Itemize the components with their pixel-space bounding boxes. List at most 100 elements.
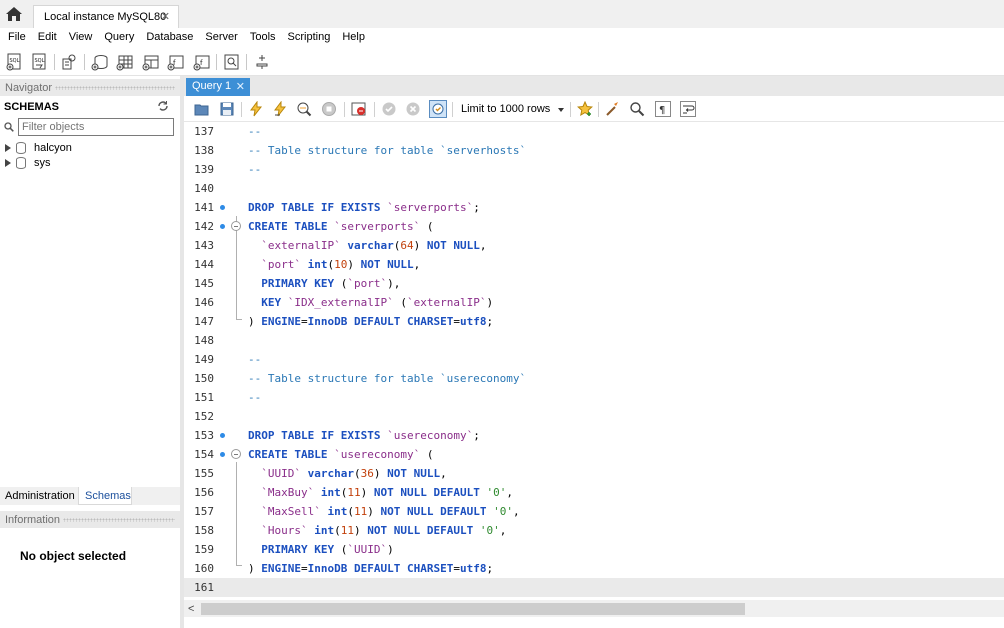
- expand-arrow-icon[interactable]: [5, 144, 11, 152]
- code-text: `port` int(10) NOT NULL,: [261, 258, 421, 271]
- menu-file[interactable]: File: [2, 28, 32, 47]
- create-table-icon[interactable]: [116, 53, 134, 71]
- find-icon[interactable]: [629, 101, 645, 117]
- scroll-left-button[interactable]: <: [188, 603, 194, 615]
- save-icon[interactable]: [219, 101, 235, 117]
- limit-rows-select[interactable]: Limit to 1000 rows: [458, 101, 566, 118]
- word-wrap-icon[interactable]: [680, 101, 696, 117]
- menu-server[interactable]: Server: [199, 28, 243, 47]
- stop-icon[interactable]: [321, 101, 337, 117]
- open-sql-script-icon[interactable]: SQL: [31, 53, 49, 71]
- tab-query-1[interactable]: Query 1 ✕: [186, 78, 250, 96]
- new-sql-tab-icon[interactable]: SQL: [6, 53, 24, 71]
- close-query-tab-icon[interactable]: ✕: [236, 80, 245, 93]
- code-text: -- Table structure for table `serverhost…: [248, 144, 527, 157]
- create-function-icon[interactable]: f: [193, 53, 211, 71]
- home-icon[interactable]: [5, 6, 23, 22]
- filter-objects-input[interactable]: [18, 118, 174, 136]
- horizontal-scrollbar[interactable]: <: [184, 600, 1004, 617]
- code-line[interactable]: 155 `UUID` varchar(36) NOT NULL,: [184, 464, 1004, 483]
- code-line[interactable]: 140: [184, 179, 1004, 198]
- code-text: PRIMARY KEY (`port`),: [261, 277, 401, 290]
- reconnect-icon[interactable]: [253, 53, 271, 71]
- code-text: ) ENGINE=InnoDB DEFAULT CHARSET=utf8;: [248, 562, 494, 575]
- menu-database[interactable]: Database: [140, 28, 199, 47]
- code-line[interactable]: 147) ENGINE=InnoDB DEFAULT CHARSET=utf8;: [184, 312, 1004, 331]
- code-line[interactable]: 145 PRIMARY KEY (`port`),: [184, 274, 1004, 293]
- fold-toggle-icon[interactable]: [231, 449, 241, 459]
- code-line[interactable]: 153 DROP TABLE IF EXISTS `usereconomy`;: [184, 426, 1004, 445]
- autocommit-toggle-icon[interactable]: [429, 100, 447, 118]
- information-header: Information: [0, 511, 180, 528]
- code-line[interactable]: 160 ) ENGINE=InnoDB DEFAULT CHARSET=utf8;: [184, 559, 1004, 578]
- toggle-stop-on-error-icon[interactable]: [351, 101, 367, 117]
- code-line[interactable]: 143 `externalIP` varchar(64) NOT NULL,: [184, 236, 1004, 255]
- add-snippet-icon[interactable]: [577, 101, 593, 117]
- navigator-grip[interactable]: [55, 86, 175, 90]
- execute-current-statement-icon[interactable]: [272, 101, 288, 117]
- code-line[interactable]: 154 CREATE TABLE `usereconomy` (: [184, 445, 1004, 464]
- execute-icon[interactable]: [248, 101, 264, 117]
- information-grip[interactable]: [63, 518, 175, 522]
- code-line[interactable]: 152: [184, 407, 1004, 426]
- code-line[interactable]: 149 --: [184, 350, 1004, 369]
- code-line[interactable]: 159 PRIMARY KEY (`UUID`): [184, 540, 1004, 559]
- schemas-label: SCHEMAS: [4, 101, 60, 113]
- code-line[interactable]: 150 -- Table structure for table `usereco…: [184, 369, 1004, 388]
- open-file-icon[interactable]: [194, 101, 210, 117]
- svg-text:SQL: SQL: [10, 58, 20, 64]
- line-number: 150: [194, 372, 214, 385]
- search-table-data-icon[interactable]: [223, 53, 241, 71]
- close-connection-tab-icon[interactable]: ✕: [161, 10, 170, 23]
- svg-text:SQL: SQL: [35, 58, 45, 64]
- create-procedure-icon[interactable]: f: [167, 53, 185, 71]
- line-number: 160: [194, 562, 214, 575]
- create-view-icon[interactable]: [142, 53, 160, 71]
- code-line[interactable]: 142 CREATE TABLE `serverports` (: [184, 217, 1004, 236]
- code-line[interactable]: 137 --: [184, 122, 1004, 141]
- create-schema-icon[interactable]: [91, 53, 109, 71]
- code-line[interactable]: 158 `Hours` int(11) NOT NULL DEFAULT '0'…: [184, 521, 1004, 540]
- sql-editor[interactable]: 137 -- 138 -- Table structure for table `se…: [184, 122, 1004, 600]
- code-line[interactable]: 144 `port` int(10) NOT NULL,: [184, 255, 1004, 274]
- code-line[interactable]: 156 `MaxBuy` int(11) NOT NULL DEFAULT '0…: [184, 483, 1004, 502]
- menu-tools[interactable]: Tools: [244, 28, 282, 47]
- code-text: --: [248, 125, 262, 138]
- code-line[interactable]: 139 --: [184, 160, 1004, 179]
- menu-help[interactable]: Help: [336, 28, 371, 47]
- line-number: 151: [194, 391, 214, 404]
- code-line[interactable]: 161: [184, 578, 1004, 597]
- code-line[interactable]: 157 `MaxSell` int(11) NOT NULL DEFAULT '…: [184, 502, 1004, 521]
- code-line[interactable]: 151 --: [184, 388, 1004, 407]
- line-number: 153: [194, 429, 214, 442]
- tab-schemas[interactable]: Schemas: [78, 487, 132, 505]
- expand-arrow-icon[interactable]: [5, 159, 11, 167]
- tab-administration[interactable]: Administration: [0, 487, 77, 505]
- menu-query[interactable]: Query: [98, 28, 140, 47]
- toolbar-separator: [344, 102, 345, 117]
- scrollbar-thumb[interactable]: [201, 603, 745, 615]
- connection-tab[interactable]: Local instance MySQL80 ✕: [33, 5, 179, 28]
- code-line[interactable]: 141 DROP TABLE IF EXISTS `serverports`;: [184, 198, 1004, 217]
- explain-icon[interactable]: [296, 101, 312, 117]
- line-number: 143: [194, 239, 214, 252]
- line-number: 144: [194, 258, 214, 271]
- rollback-icon[interactable]: [405, 101, 421, 117]
- code-line[interactable]: 138 -- Table structure for table `serverh…: [184, 141, 1004, 160]
- code-line[interactable]: 146 KEY `IDX_externalIP` (`externalIP`): [184, 293, 1004, 312]
- inspector-icon[interactable]: [60, 53, 78, 71]
- invisible-chars-icon[interactable]: ¶: [655, 101, 671, 117]
- navigator-title: Navigator: [5, 82, 53, 94]
- title-tab-bar: Local instance MySQL80 ✕: [0, 0, 1004, 28]
- menu-scripting[interactable]: Scripting: [282, 28, 337, 47]
- menu-edit[interactable]: Edit: [32, 28, 63, 47]
- commit-icon[interactable]: [381, 101, 397, 117]
- schema-item-sys[interactable]: sys: [5, 156, 51, 170]
- schema-item-halcyon[interactable]: halcyon: [5, 141, 72, 155]
- refresh-schemas-icon[interactable]: [157, 100, 169, 112]
- code-line[interactable]: 148: [184, 331, 1004, 350]
- fold-toggle-icon[interactable]: [231, 221, 241, 231]
- line-number: 137: [194, 125, 214, 138]
- menu-view[interactable]: View: [63, 28, 99, 47]
- beautify-icon[interactable]: [605, 101, 621, 117]
